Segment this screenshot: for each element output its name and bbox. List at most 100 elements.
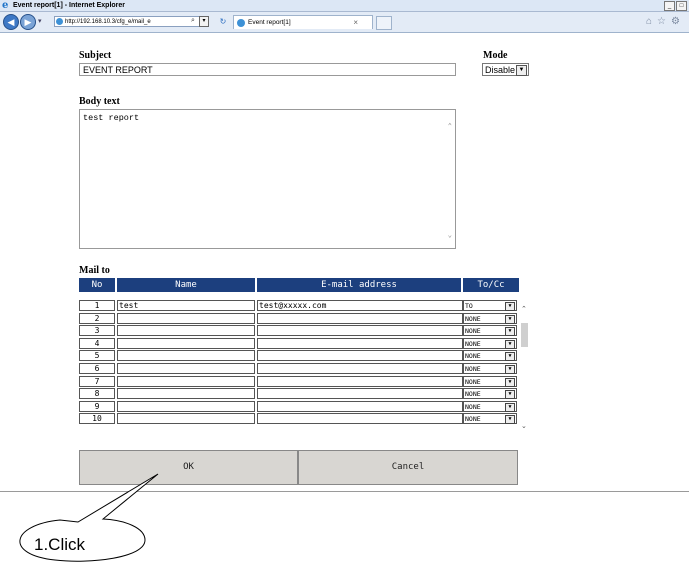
back-icon[interactable]: ◀ [3, 14, 19, 30]
row-number: 10 [79, 413, 115, 425]
chevron-down-icon[interactable]: ▼ [516, 65, 527, 76]
tocc-value: NONE [465, 365, 481, 373]
row-number: 4 [79, 337, 115, 349]
tocc-select[interactable]: NONE ▼ [463, 375, 517, 387]
chevron-down-icon[interactable]: ▼ [505, 327, 515, 337]
tocc-select[interactable]: NONE ▼ [463, 400, 517, 412]
address-input[interactable]: http://192.168.10.3/cfg_e/mail_e [54, 16, 204, 27]
chevron-down-icon[interactable]: ▼ [505, 402, 515, 412]
tab-event-report[interactable]: Event report[1] × [233, 15, 373, 29]
email-input[interactable] [257, 312, 463, 324]
table-row: 9 NONE ▼ [79, 400, 522, 413]
tocc-select[interactable]: NONE ▼ [463, 388, 517, 400]
name-input[interactable] [117, 337, 255, 349]
name-input[interactable] [117, 388, 255, 400]
row-number: 5 [79, 350, 115, 362]
tocc-select[interactable]: NONE ▼ [463, 312, 517, 324]
body-text-label: Body text [79, 96, 120, 107]
tocc-value: NONE [465, 390, 481, 399]
tab-close-icon[interactable]: × [353, 16, 358, 30]
tocc-value: TO [465, 302, 473, 310]
name-input[interactable]: test [117, 300, 255, 311]
tocc-value: NONE [465, 314, 481, 323]
column-header-email: E-mail address [257, 278, 461, 292]
row-number: 9 [79, 400, 115, 412]
column-header-no: No [79, 278, 115, 292]
chevron-down-icon[interactable]: ▼ [505, 339, 515, 349]
refresh-icon[interactable]: ↻ [217, 16, 229, 27]
chevron-down-icon[interactable]: ▼ [505, 314, 515, 324]
maximize-button[interactable]: □ [676, 1, 687, 11]
window-titlebar: e Event report[1] - Internet Explorer _ … [0, 0, 689, 12]
tab-site-icon [237, 19, 245, 27]
email-input[interactable]: test@xxxxx.com [257, 300, 463, 311]
chevron-down-icon[interactable]: ▼ [505, 302, 515, 311]
chevron-down-icon[interactable]: ▼ [505, 390, 515, 400]
tocc-select[interactable]: NONE ▼ [463, 350, 517, 362]
toolbar-icons[interactable]: ⌂☆⚙ [646, 16, 685, 27]
tocc-select[interactable]: NONE ▼ [463, 363, 517, 374]
mode-label: Mode [483, 50, 508, 61]
table-row: 8 NONE ▼ [79, 388, 522, 400]
email-input[interactable] [257, 350, 463, 362]
name-input[interactable] [117, 413, 255, 425]
new-tab-button[interactable] [376, 16, 392, 30]
table-row: 6 NONE ▼ [79, 363, 522, 375]
address-text: http://192.168.10.3/cfg_e/mail_e [65, 19, 151, 25]
body-textarea[interactable]: test report ⌃ ⌄ [79, 109, 456, 249]
chevron-down-icon[interactable]: ▼ [505, 415, 515, 425]
tocc-value: NONE [465, 415, 481, 424]
row-number: 1 [79, 300, 115, 311]
subject-value: EVENT REPORT [83, 65, 153, 75]
tocc-select[interactable]: NONE ▼ [463, 337, 517, 349]
row-number: 2 [79, 312, 115, 324]
scroll-down-icon[interactable]: ⌄ [521, 422, 527, 430]
mode-select[interactable]: Disable ▼ [482, 63, 529, 76]
chevron-down-icon[interactable]: ▼ [505, 352, 515, 362]
tocc-select[interactable]: TO ▼ [463, 300, 517, 311]
chevron-down-icon[interactable]: ▼ [505, 365, 515, 374]
name-input[interactable] [117, 375, 255, 387]
body-value: test report [83, 113, 140, 123]
column-header-name: Name [117, 278, 255, 292]
table-row: 10 NONE ▼ [79, 413, 522, 425]
row-number: 3 [79, 325, 115, 337]
cancel-button[interactable]: Cancel [298, 450, 518, 485]
window-controls: _ □ [664, 1, 687, 11]
email-input[interactable] [257, 413, 463, 425]
chevron-down-icon[interactable]: ▼ [505, 377, 515, 387]
name-input[interactable] [117, 400, 255, 412]
minimize-button[interactable]: _ [664, 1, 675, 11]
tocc-value: NONE [465, 402, 481, 411]
subject-input[interactable]: EVENT REPORT [79, 63, 456, 76]
email-input[interactable] [257, 363, 463, 374]
tocc-select[interactable]: NONE ▼ [463, 325, 517, 337]
tocc-value: NONE [465, 352, 481, 361]
row-number: 8 [79, 388, 115, 400]
scroll-up-icon[interactable]: ⌃ [448, 122, 452, 131]
email-input[interactable] [257, 400, 463, 412]
history-dropdown-icon[interactable]: ▾ [38, 17, 42, 25]
ok-button[interactable]: OK [79, 450, 298, 485]
email-input[interactable] [257, 375, 463, 387]
email-input[interactable] [257, 388, 463, 400]
scroll-down-icon[interactable]: ⌄ [448, 231, 452, 240]
name-input[interactable] [117, 325, 255, 337]
name-input[interactable] [117, 312, 255, 324]
search-icon[interactable]: ⌕ [191, 17, 195, 25]
scroll-up-icon[interactable]: ⌃ [521, 305, 527, 313]
scrollbar-thumb[interactable] [521, 323, 528, 347]
list-scrollbar[interactable]: ⌃ ⌄ [519, 297, 530, 437]
tocc-value: NONE [465, 377, 481, 386]
mail-to-label: Mail to [79, 265, 110, 276]
callout-label: 1.Click [34, 535, 86, 554]
table-row: 4 NONE ▼ [79, 337, 522, 350]
email-input[interactable] [257, 325, 463, 337]
forward-icon[interactable]: ▶ [20, 14, 36, 30]
mode-value: Disable [485, 65, 516, 75]
email-input[interactable] [257, 337, 463, 349]
tocc-select[interactable]: NONE ▼ [463, 413, 517, 425]
name-input[interactable] [117, 350, 255, 362]
address-dropdown-icon[interactable]: ▾ [199, 16, 209, 27]
name-input[interactable] [117, 363, 255, 374]
